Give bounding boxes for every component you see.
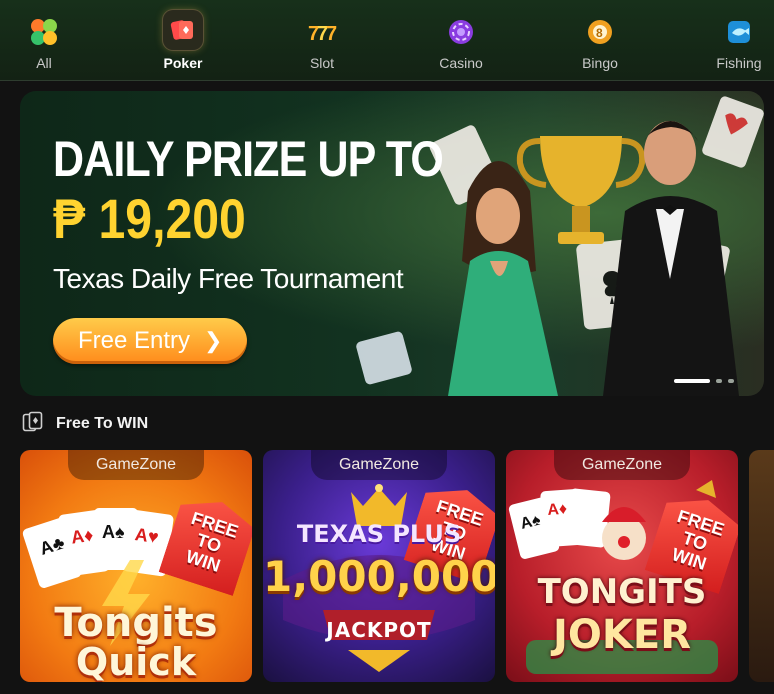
card-title-line2: 1,000,000: [263, 552, 495, 601]
banner-subtitle: Texas Daily Free Tournament: [53, 263, 404, 294]
section-header-free-to-win: Free To WIN: [22, 411, 149, 438]
fish-icon: [723, 16, 755, 48]
poker-cards-icon: [163, 10, 203, 50]
svg-text:7: 7: [326, 23, 337, 44]
nav-label-bingo: Bingo: [582, 55, 618, 71]
carousel-dot[interactable]: [728, 379, 734, 383]
card-title-line2: JOKER: [552, 612, 691, 658]
clover-icon: [28, 16, 60, 48]
nav-item-bingo[interactable]: 8 Bingo: [545, 0, 655, 80]
promo-banner[interactable]: DAILY PRIZE UP TO ₱ 19,200 Texas Daily F…: [20, 91, 764, 396]
nav-item-all[interactable]: All: [0, 0, 99, 80]
svg-text:8: 8: [596, 26, 603, 40]
category-nav: All Poker 7 7 7 Slot Casino 8 Bingo Fish…: [0, 0, 774, 81]
gamezone-label: GameZone: [311, 450, 447, 480]
card-title-line1: TONGITS: [537, 572, 707, 612]
nav-label-slot: Slot: [309, 55, 335, 71]
nav-item-poker[interactable]: Poker: [128, 0, 238, 80]
svg-text:A♦: A♦: [547, 501, 568, 519]
casino-chip-icon: [445, 16, 477, 48]
bingo-ball-icon: 8: [584, 16, 616, 48]
carousel-dot[interactable]: [716, 379, 722, 383]
nav-label-all: All: [36, 55, 52, 71]
svg-text:A♦: A♦: [70, 525, 95, 548]
banner-amount: ₱ 19,200: [53, 187, 246, 250]
game-card-tongits-quick[interactable]: A♣ A♦ A♠ A♥ GameZone FREE TO WIN Tongits…: [20, 450, 252, 682]
card-title-line2: Quick: [75, 640, 197, 682]
nav-label-casino: Casino: [439, 55, 483, 71]
nav-label-fishing: Fishing: [716, 55, 762, 71]
game-card-partial[interactable]: [749, 450, 774, 682]
carousel-indicator: [674, 379, 734, 383]
svg-text:A♠: A♠: [102, 522, 125, 542]
gamezone-label: GameZone: [554, 450, 690, 480]
nav-label-poker: Poker: [163, 55, 203, 71]
nav-item-slot[interactable]: 7 7 7 Slot: [267, 0, 377, 80]
slot-777-icon: 7 7 7: [306, 16, 338, 48]
section-title: Free To WIN: [56, 415, 149, 432]
nav-item-fishing[interactable]: Fishing: [684, 0, 774, 80]
nav-item-casino[interactable]: Casino: [406, 0, 516, 80]
chevron-right-icon: ❯: [204, 328, 223, 353]
card-title-line3: JACKPOT: [326, 618, 432, 642]
free-entry-label: Free Entry: [78, 327, 191, 354]
svg-text:A♥: A♥: [134, 524, 160, 547]
gamezone-label: GameZone: [68, 450, 204, 480]
game-card-texas-plus[interactable]: GameZone FREE TO WIN TEXAS PLUS 1,000,00…: [263, 450, 495, 682]
free-entry-button[interactable]: Free Entry ❯: [53, 318, 247, 364]
card-title-line1: TEXAS PLUS: [296, 520, 462, 548]
game-cards-icon: [22, 411, 44, 438]
banner-headline: DAILY PRIZE UP TO: [53, 131, 444, 187]
game-card-tongits-joker[interactable]: A♠ A♦ GameZone FREE TO WIN TONGITS JOKER: [506, 450, 738, 682]
carousel-dot-active[interactable]: [674, 379, 710, 383]
